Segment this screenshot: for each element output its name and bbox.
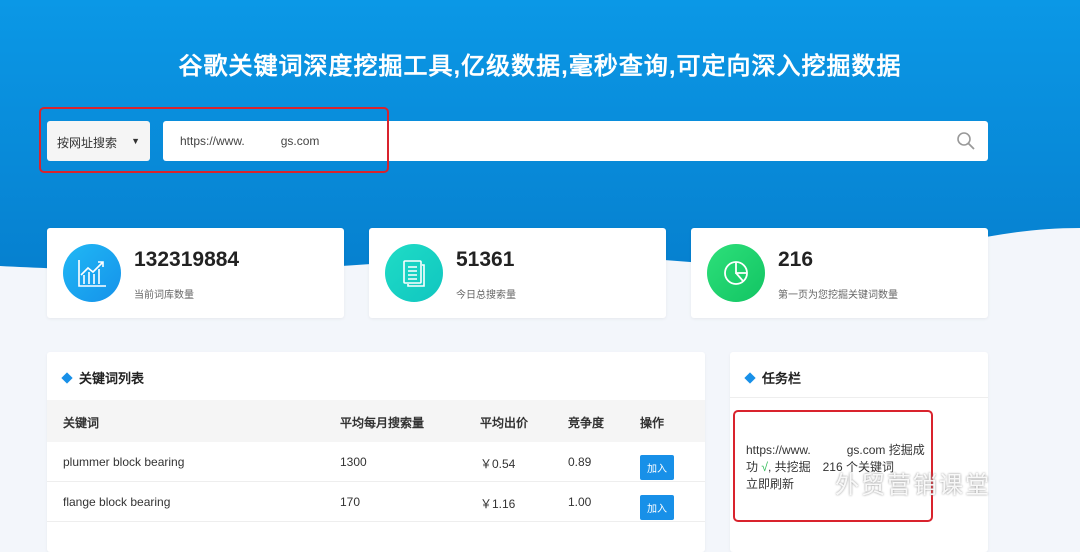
- keyword-list-card: 关键词列表 关键词 平均每月搜索量 平均出价 竞争度 操作 plummer bl…: [47, 352, 705, 552]
- task-bar-title: 任务栏: [762, 371, 802, 386]
- table-row: flange block bearing 170 ￥1.16 1.00 加入: [47, 482, 705, 522]
- column-header: 平均每月搜索量: [340, 416, 425, 430]
- stat-value: 132319884: [134, 248, 240, 271]
- bid-cell: ￥0.54: [480, 457, 516, 471]
- add-button[interactable]: 加入: [640, 455, 674, 480]
- bid-cell: ￥1.16: [480, 497, 516, 511]
- keyword-list-title: 关键词列表: [79, 371, 145, 386]
- watermark: 外贸营销课堂: [835, 472, 991, 499]
- volume-cell: 1300: [340, 455, 367, 469]
- page-title: 谷歌关键词深度挖掘工具,亿级数据,毫秒查询,可定向深入挖掘数据: [178, 53, 902, 80]
- volume-cell: 170: [340, 495, 361, 509]
- document-icon: [385, 244, 443, 302]
- stat-label: 第一页为您挖掘关键词数量: [778, 290, 898, 301]
- stat-value: 216: [778, 248, 814, 271]
- stat-label: 今日总搜索量: [456, 290, 516, 301]
- highlight-box-search: [39, 107, 389, 173]
- competition-cell: 1.00: [568, 495, 592, 509]
- add-button[interactable]: 加入: [640, 495, 674, 520]
- keyword-cell: plummer block bearing: [63, 455, 185, 469]
- stat-value: 51361: [456, 248, 515, 271]
- stat-card-searches: 51361 今日总搜索量: [369, 228, 666, 318]
- column-header: 竞争度: [568, 416, 605, 430]
- pie-chart-icon: [707, 244, 765, 302]
- table-row: plummer block bearing 1300 ￥0.54 0.89 加入: [47, 442, 705, 482]
- diamond-icon: [61, 372, 73, 384]
- keyword-cell: flange block bearing: [63, 495, 171, 509]
- chart-growth-icon: [63, 244, 121, 302]
- competition-cell: 0.89: [568, 455, 592, 469]
- column-header: 平均出价: [480, 416, 529, 430]
- column-header: 关键词: [63, 416, 100, 430]
- stat-card-mined: 216 第一页为您挖掘关键词数量: [691, 228, 988, 318]
- table-header: 关键词 平均每月搜索量 平均出价 竞争度 操作: [47, 400, 705, 442]
- search-icon[interactable]: [956, 131, 976, 151]
- stat-card-library: 132319884 当前词库数量: [47, 228, 344, 318]
- stat-label: 当前词库数量: [134, 290, 194, 301]
- column-header: 操作: [640, 416, 665, 430]
- diamond-icon: [744, 372, 756, 384]
